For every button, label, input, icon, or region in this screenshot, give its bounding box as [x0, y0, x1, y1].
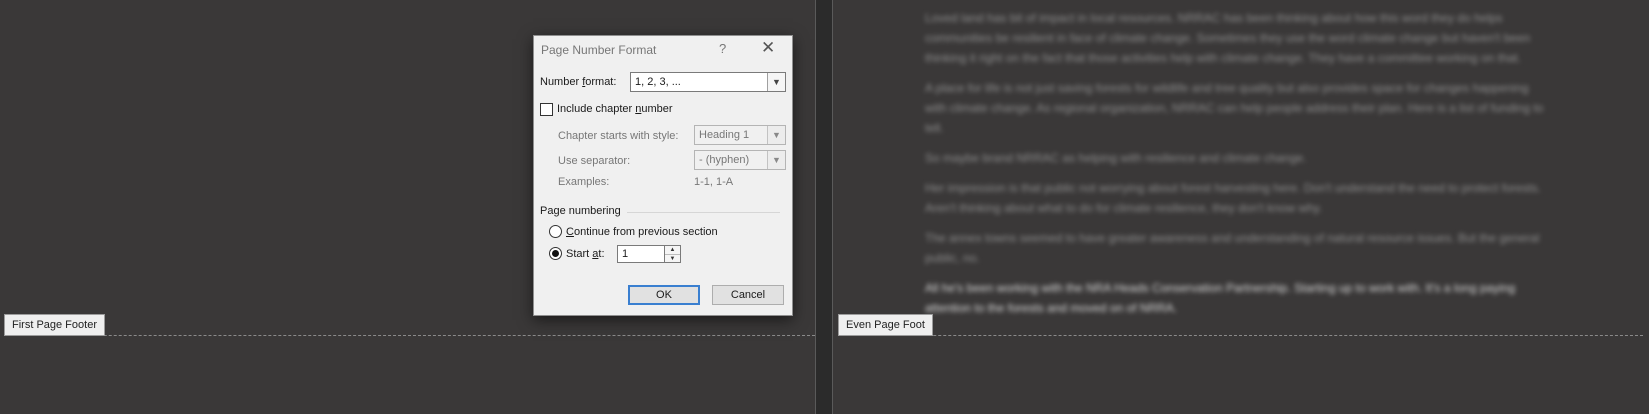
examples-value: 1-1, 1-A: [694, 176, 734, 188]
include-chapter-checkbox[interactable]: [540, 103, 553, 116]
page-gutter: [815, 0, 833, 414]
separator-value: - (hyphen): [699, 154, 750, 166]
close-icon[interactable]: ✕: [761, 38, 775, 58]
start-at-input[interactable]: 1: [617, 245, 665, 263]
body-paragraph: The annex towns seemed to have greater a…: [925, 231, 1540, 265]
document-body-text: Loved land has bit of impact in local re…: [925, 8, 1545, 328]
cancel-button[interactable]: Cancel: [712, 285, 784, 305]
triangle-down-icon[interactable]: ▼: [665, 255, 680, 263]
chevron-down-icon: ▼: [767, 73, 785, 91]
separator-label: Use separator:: [558, 155, 631, 167]
help-icon[interactable]: ?: [719, 41, 726, 56]
chapter-style-label: Chapter starts with style:: [558, 130, 679, 142]
body-paragraph: A place for life is not just saving fore…: [925, 81, 1544, 135]
chevron-down-icon: ▼: [767, 151, 785, 169]
even-page-footer-label: Even Page Foot: [846, 319, 925, 331]
start-at-label[interactable]: Start at:: [566, 248, 605, 260]
start-at-radio[interactable]: [549, 247, 562, 260]
dialog-title: Page Number Format: [541, 43, 657, 57]
continue-label[interactable]: Continue from previous section: [566, 226, 718, 238]
triangle-up-icon[interactable]: ▲: [665, 246, 680, 255]
start-at-value: 1: [622, 248, 629, 260]
number-format-label: Number format:: [540, 76, 617, 88]
chapter-style-select[interactable]: Heading 1 ▼: [694, 125, 786, 145]
footer-paragraph: All he's been working with the NRA Heads…: [925, 281, 1516, 315]
number-format-select[interactable]: 1, 2, 3, ... ▼: [630, 72, 786, 92]
separator-select[interactable]: - (hyphen) ▼: [694, 150, 786, 170]
number-format-value: 1, 2, 3, ...: [635, 76, 681, 88]
first-page-footer-label: First Page Footer: [12, 319, 97, 331]
start-at-spinner[interactable]: ▲ ▼: [665, 245, 681, 263]
body-paragraph: So maybe brand NRRAC as helping with res…: [925, 151, 1307, 165]
page-numbering-heading: Page numbering: [540, 205, 621, 217]
page-edge-left: [815, 0, 816, 414]
page-number-format-dialog: Page Number Format ? ✕ Number format: 1,…: [533, 35, 793, 316]
ok-button[interactable]: OK: [628, 285, 700, 305]
continue-radio[interactable]: [549, 225, 562, 238]
footer-boundary-left: [4, 335, 815, 336]
body-paragraph: Loved land has bit of impact in local re…: [925, 11, 1531, 65]
include-chapter-label[interactable]: Include chapter number: [557, 103, 673, 115]
even-page-footer-tab[interactable]: Even Page Foot: [838, 314, 933, 336]
body-paragraph: Her impression is that public not worryi…: [925, 181, 1541, 215]
chapter-style-value: Heading 1: [699, 129, 750, 141]
chevron-down-icon: ▼: [767, 126, 785, 144]
examples-label: Examples:: [558, 176, 610, 188]
footer-boundary-right: [838, 335, 1643, 336]
first-page-footer-tab[interactable]: First Page Footer: [4, 314, 105, 336]
section-divider: [627, 212, 780, 213]
